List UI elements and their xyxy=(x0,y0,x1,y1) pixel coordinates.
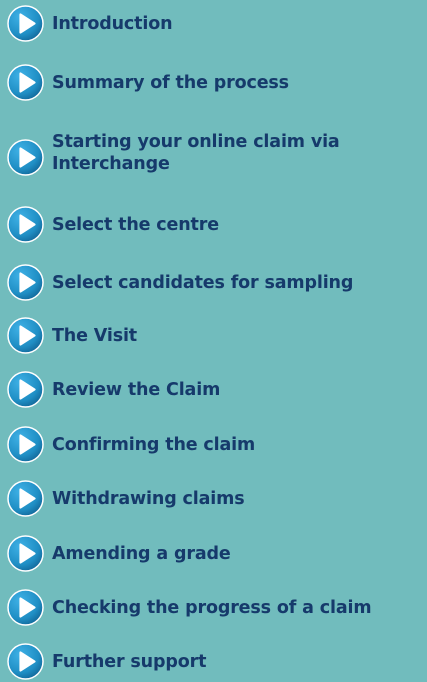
play-arrow-icon xyxy=(7,371,44,408)
menu-item-amending-a-grade[interactable]: Amending a grade xyxy=(0,535,427,572)
menu-item-label: Withdrawing claims xyxy=(52,488,245,509)
play-arrow-icon xyxy=(7,138,44,176)
menu-item-confirming-the-claim[interactable]: Confirming the claim xyxy=(0,426,427,463)
play-arrow-icon xyxy=(7,264,44,301)
menu-item-the-visit[interactable]: The Visit xyxy=(0,317,427,354)
menu-item-summary-of-the-process[interactable]: Summary of the process xyxy=(0,64,427,101)
play-arrow-icon xyxy=(7,206,44,243)
play-arrow-icon xyxy=(7,64,44,101)
menu-item-label: The Visit xyxy=(52,325,138,346)
menu-item-starting-online-claim[interactable]: Starting your online claim via Interchan… xyxy=(0,130,427,176)
menu-item-checking-progress[interactable]: Checking the progress of a claim xyxy=(0,589,427,626)
menu-item-label: Confirming the claim xyxy=(52,434,256,455)
menu-item-introduction[interactable]: Introduction xyxy=(0,5,427,42)
menu-item-label: Amending a grade xyxy=(52,543,231,564)
play-arrow-icon xyxy=(7,5,44,42)
menu-item-label: Checking the progress of a claim xyxy=(52,597,372,618)
menu-item-select-the-centre[interactable]: Select the centre xyxy=(0,206,427,243)
menu-item-withdrawing-claims[interactable]: Withdrawing claims xyxy=(0,480,427,517)
menu-item-select-candidates[interactable]: Select candidates for sampling xyxy=(0,264,427,301)
menu-item-label: Review the Claim xyxy=(52,379,221,400)
menu-item-label: Select the centre xyxy=(52,214,219,235)
menu-item-label: Introduction xyxy=(52,13,173,34)
menu-item-further-support[interactable]: Further support xyxy=(0,643,427,680)
play-arrow-icon xyxy=(7,535,44,572)
play-arrow-icon xyxy=(7,643,44,680)
menu-item-label: Further support xyxy=(52,651,207,672)
menu-item-label: Summary of the process xyxy=(52,72,289,93)
play-arrow-icon xyxy=(7,317,44,354)
play-arrow-icon xyxy=(7,480,44,517)
contents-menu: Introduction Summary of the process Star… xyxy=(0,0,427,682)
menu-item-label: Select candidates for sampling xyxy=(52,272,354,293)
menu-item-label: Starting your online claim via Interchan… xyxy=(52,132,340,174)
menu-item-review-the-claim[interactable]: Review the Claim xyxy=(0,371,427,408)
play-arrow-icon xyxy=(7,589,44,626)
play-arrow-icon xyxy=(7,426,44,463)
